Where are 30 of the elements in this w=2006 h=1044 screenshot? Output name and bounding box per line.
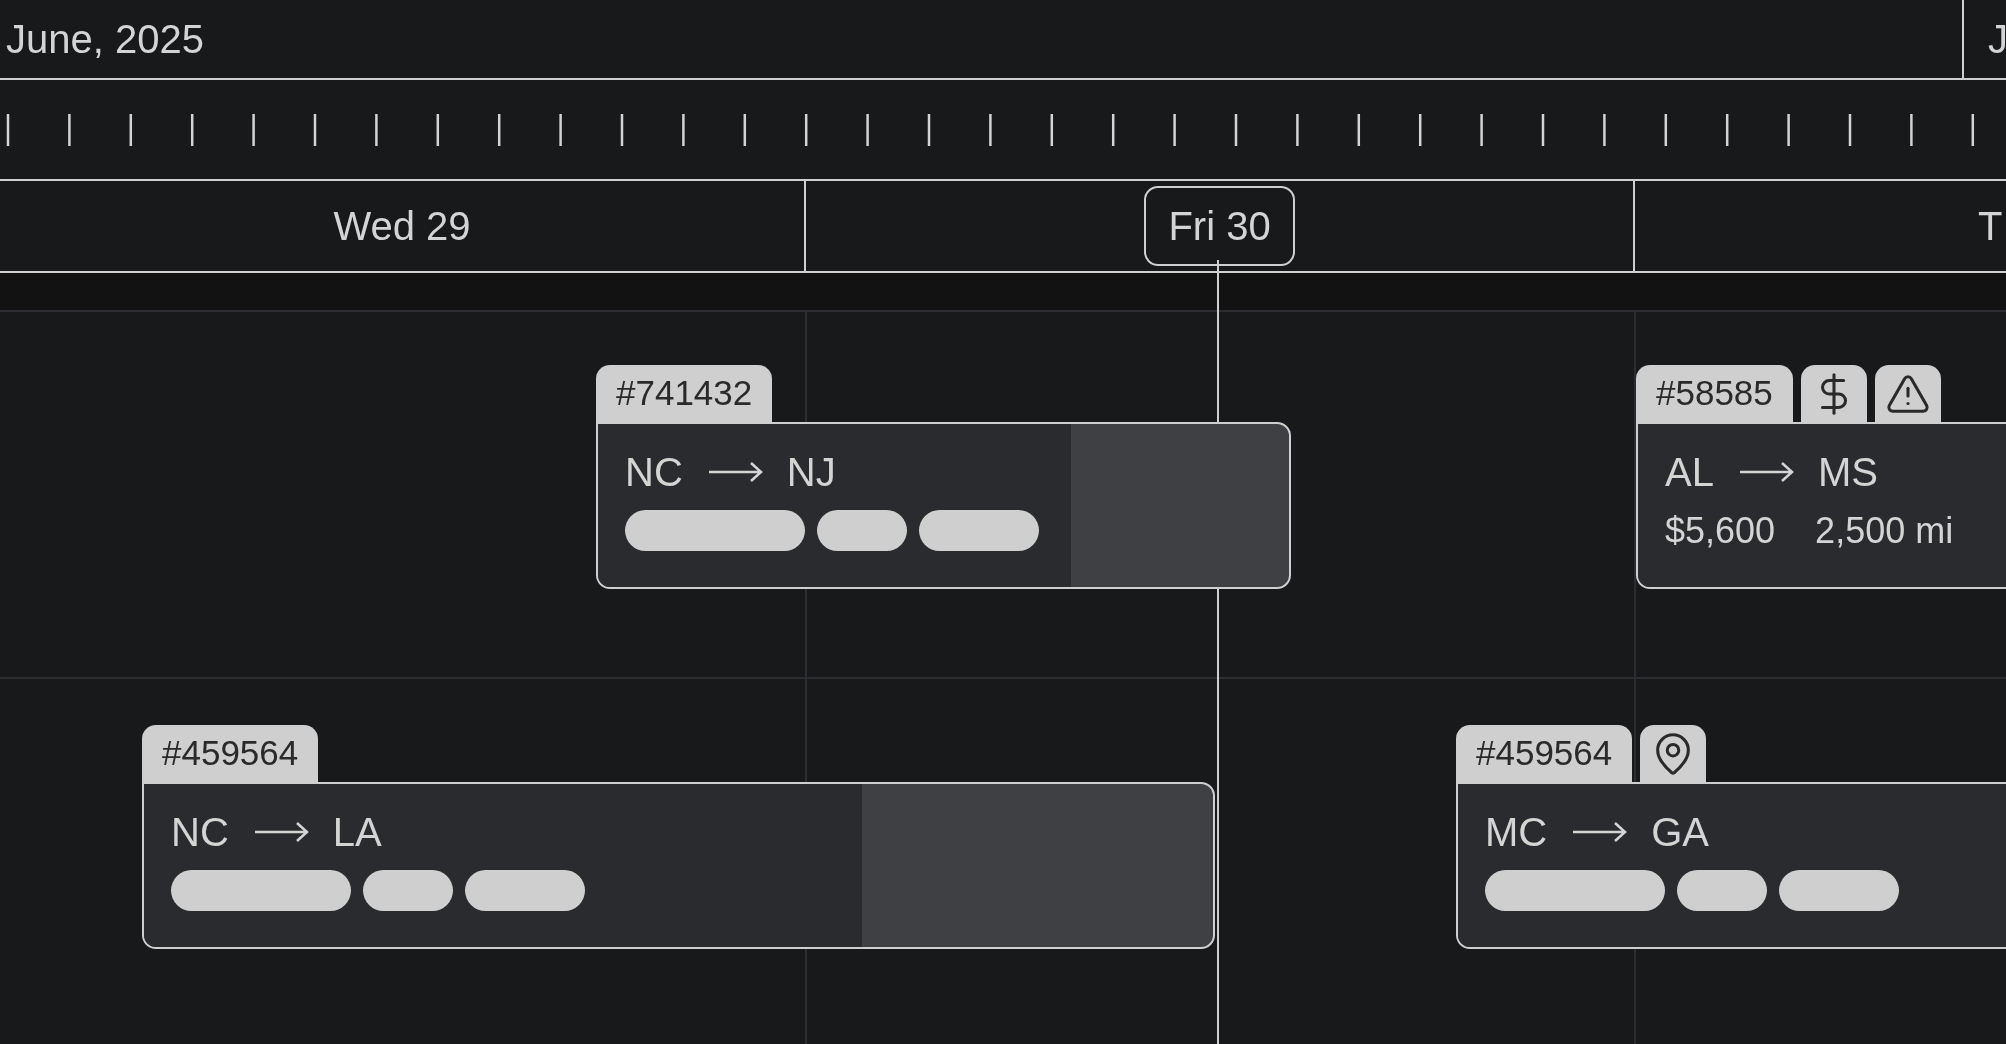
destination-state: NJ: [786, 449, 836, 496]
arrow-right-icon: [1571, 820, 1628, 844]
destination-state: MS: [1817, 449, 1878, 496]
origin-state: AL: [1665, 449, 1714, 496]
destination-state: GA: [1651, 809, 1709, 856]
load-card[interactable]: AL MS $5,600 2,500 mi: [1636, 422, 2006, 589]
stat-value: 2,500 mi: [1815, 509, 1954, 553]
order-tab[interactable]: #459564: [1456, 725, 1633, 782]
day-label[interactable]: Wed 29: [333, 196, 471, 256]
month-label: J: [1988, 16, 2006, 63]
stat-value: $5,600: [1665, 509, 1776, 553]
load-card[interactable]: MC GA: [1456, 782, 2006, 949]
order-tab[interactable]: #459564: [142, 725, 319, 782]
order-tab[interactable]: #741432: [596, 365, 773, 422]
badge-tab[interactable]: [1640, 725, 1707, 782]
day-label[interactable]: T: [1978, 196, 2003, 256]
arrow-right-icon: [1737, 460, 1794, 484]
origin-state: NC: [625, 449, 683, 496]
arrow-right-icon: [706, 460, 763, 484]
order-tab[interactable]: #58585: [1636, 365, 1793, 422]
arrow-right-icon: [252, 820, 309, 844]
origin-state: NC: [171, 809, 229, 856]
badge-tab[interactable]: [1800, 365, 1867, 422]
load-card[interactable]: NC NJ: [596, 422, 1291, 589]
badge-tab[interactable]: [1874, 365, 1941, 422]
origin-state: MC: [1485, 809, 1548, 856]
destination-state: LA: [332, 809, 382, 856]
day-label[interactable]: Fri 30: [1144, 186, 1295, 266]
load-card[interactable]: NC LA: [142, 782, 1215, 949]
month-label: June, 2025: [6, 16, 204, 63]
